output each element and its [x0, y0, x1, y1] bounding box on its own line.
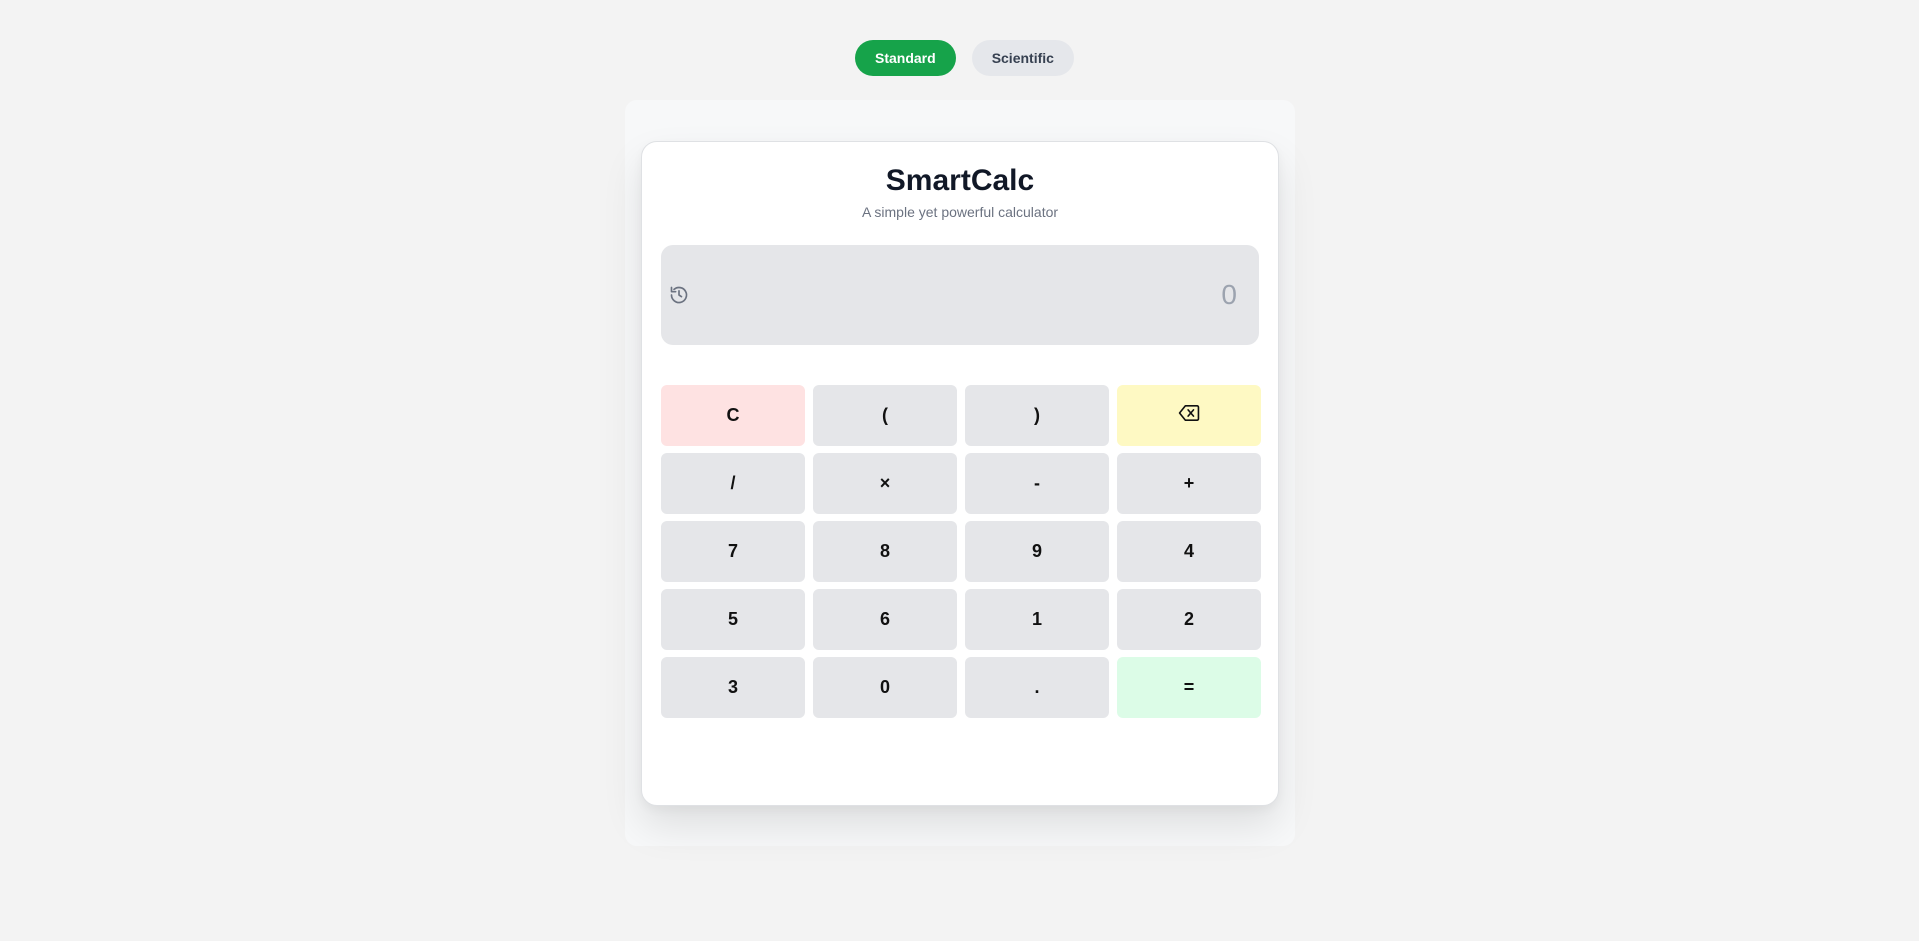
calculator-card: SmartCalc A simple yet powerful calculat… — [641, 141, 1279, 806]
add-button[interactable]: + — [1117, 453, 1261, 514]
calculator-display: 0 — [661, 245, 1259, 345]
digit-3-button[interactable]: 3 — [661, 657, 805, 718]
digit-6-button[interactable]: 6 — [813, 589, 957, 650]
history-icon[interactable] — [669, 285, 689, 305]
close-paren-button[interactable]: ) — [965, 385, 1109, 446]
digit-8-button[interactable]: 8 — [813, 521, 957, 582]
app-subtitle: A simple yet powerful calculator — [861, 204, 1059, 220]
app-title: SmartCalc — [885, 164, 1035, 197]
subtract-button[interactable]: - — [965, 453, 1109, 514]
digit-7-button[interactable]: 7 — [661, 521, 805, 582]
backspace-icon — [1178, 404, 1200, 427]
open-paren-button[interactable]: ( — [813, 385, 957, 446]
digit-1-button[interactable]: 1 — [965, 589, 1109, 650]
divide-button[interactable]: / — [661, 453, 805, 514]
scientific-mode-button[interactable]: Scientific — [971, 40, 1074, 76]
display-value: 0 — [1221, 279, 1237, 310]
keypad: C() / × - +7 8 9 4 5 6 1 2 3 0. = — [661, 385, 1261, 718]
digit-5-button[interactable]: 5 — [661, 589, 805, 650]
multiply-button[interactable]: × — [813, 453, 957, 514]
digit-4-button[interactable]: 4 — [1117, 521, 1261, 582]
backspace-button[interactable] — [1117, 385, 1261, 446]
digit-0-button[interactable]: 0 — [813, 657, 957, 718]
mode-tabs: Standard Scientific — [855, 40, 1074, 76]
decimal-button[interactable]: . — [965, 657, 1109, 718]
clear-button[interactable]: C — [661, 385, 805, 446]
equals-button[interactable]: = — [1117, 657, 1261, 718]
digit-9-button[interactable]: 9 — [965, 521, 1109, 582]
digit-2-button[interactable]: 2 — [1117, 589, 1261, 650]
standard-mode-button[interactable]: Standard — [855, 40, 956, 76]
